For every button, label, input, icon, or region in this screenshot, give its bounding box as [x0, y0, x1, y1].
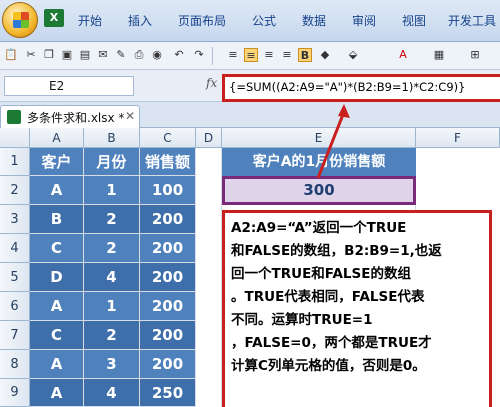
workbook-name: 多条件求和.xlsx *	[27, 111, 125, 125]
data-cell[interactable]: 3	[84, 350, 140, 379]
row-header[interactable]: 6	[0, 292, 30, 321]
data-cell[interactable]: 4	[84, 263, 140, 292]
result-header-cell[interactable]: 客户A的1月份销售额	[222, 148, 416, 176]
data-cell[interactable]: A	[30, 350, 84, 379]
merge-icon[interactable]: ⊞	[468, 48, 482, 62]
explanation-callout: A2:A9=“A”返回一个TRUE 和FALSE的数组，B2:B9=1,也返 回…	[222, 210, 492, 407]
data-cell[interactable]: 1	[84, 292, 140, 321]
save-icon[interactable]: ▣	[60, 48, 74, 62]
column-header-c[interactable]: C	[140, 128, 196, 148]
tab-home[interactable]: 开始	[78, 8, 102, 34]
data-cell[interactable]: 1	[84, 176, 140, 205]
tab-data[interactable]: 数据	[302, 8, 326, 34]
data-cell[interactable]: D	[30, 263, 84, 292]
column-header-f[interactable]: F	[416, 128, 500, 148]
align-right-icon[interactable]: ≡	[262, 48, 276, 62]
data-cell[interactable]: 250	[140, 379, 196, 407]
callout-line: A2:A9=“A”返回一个TRUE	[231, 220, 407, 236]
data-cell[interactable]: 200	[140, 205, 196, 234]
select-all-corner[interactable]	[0, 128, 30, 148]
column-header-d[interactable]: D	[196, 128, 222, 148]
column-header-e[interactable]: E	[222, 128, 416, 148]
tab-developer[interactable]: 开发工具	[448, 8, 496, 34]
row-header[interactable]: 9	[0, 379, 30, 407]
row-header[interactable]: 4	[0, 234, 30, 263]
callout-line: 和FALSE的数组，B2:B9=1,也返	[231, 243, 442, 259]
border-icon[interactable]: ▦	[432, 48, 446, 62]
row-header[interactable]: 2	[0, 176, 30, 205]
callout-line: 回一个TRUE和FALSE的数组	[231, 266, 411, 282]
data-cell[interactable]: 200	[140, 292, 196, 321]
data-cell[interactable]: C	[30, 234, 84, 263]
excel-icon[interactable]: X	[44, 9, 64, 27]
data-cell[interactable]: 2	[84, 205, 140, 234]
format-painter-icon[interactable]: ✎	[114, 48, 128, 62]
tab-review[interactable]: 审阅	[352, 8, 376, 34]
header-cell-customer[interactable]: 客户	[30, 148, 84, 176]
data-cell[interactable]: C	[30, 321, 84, 350]
workbook-tab[interactable]: 多条件求和.xlsx * ✕	[0, 105, 140, 128]
header-cell-sales[interactable]: 销售额	[140, 148, 196, 176]
callout-line: 不同。运算时TRUE=1	[231, 312, 373, 328]
align-left-icon[interactable]: ≡	[226, 48, 240, 62]
data-cell[interactable]: 4	[84, 379, 140, 407]
bold-icon[interactable]: B	[298, 48, 312, 62]
callout-line: ，FALSE=0，两个都是TRUE才	[231, 335, 432, 351]
tab-view[interactable]: 视图	[402, 8, 426, 34]
column-header-a[interactable]: A	[30, 128, 84, 148]
data-cell[interactable]: A	[30, 176, 84, 205]
excel-file-icon	[7, 110, 21, 124]
tab-formulas[interactable]: 公式	[252, 8, 276, 34]
data-cell[interactable]: B	[30, 205, 84, 234]
data-cell[interactable]: 200	[140, 234, 196, 263]
row-header[interactable]: 5	[0, 263, 30, 292]
row-header[interactable]: 8	[0, 350, 30, 379]
formula-input[interactable]: {=SUM((A2:A9="A")*(B2:B9=1)*C2:C9)}	[222, 74, 500, 102]
data-cell[interactable]: A	[30, 292, 84, 321]
office-logo-icon	[13, 12, 29, 28]
data-cell[interactable]: A	[30, 379, 84, 407]
spreadsheet-grid: A B C D E F 1 2 3 4 5 6 7 8 9 客户 月份 销售额 …	[0, 128, 500, 407]
toolbar-separator	[212, 47, 213, 65]
office-button[interactable]	[2, 2, 38, 38]
callout-line: 。TRUE代表相同，FALSE代表	[231, 289, 425, 305]
workbook-tab-bar: 多条件求和.xlsx * ✕	[0, 102, 500, 128]
fill-color-icon[interactable]: ◆	[318, 48, 332, 62]
name-box[interactable]: E2	[4, 76, 134, 96]
tab-page-layout[interactable]: 页面布局	[178, 8, 226, 34]
undo-icon[interactable]: ↶	[172, 48, 186, 62]
close-icon[interactable]: ✕	[125, 109, 135, 123]
data-cell[interactable]: 200	[140, 263, 196, 292]
paste-icon[interactable]: 📋	[4, 48, 18, 62]
data-cell[interactable]: 2	[84, 321, 140, 350]
fx-icon[interactable]: fx	[206, 76, 217, 90]
tab-insert[interactable]: 插入	[128, 8, 152, 34]
paint-bucket-icon[interactable]: ⬙	[346, 48, 360, 62]
row-header[interactable]: 7	[0, 321, 30, 350]
align-center-icon[interactable]: ≡	[244, 48, 258, 62]
print-icon[interactable]: ⎙	[132, 48, 146, 62]
preview-icon[interactable]: ◉	[150, 48, 164, 62]
cut-icon[interactable]: ✂	[24, 48, 38, 62]
row-header[interactable]: 1	[0, 148, 30, 176]
quick-toolbar: 📋 ✂ ❐ ▣ ▤ ✉ ✎ ⎙ ◉ ↶ ↷ ≡ ≡ ≡ ≡ B ◆ ⬙ A ▦ …	[0, 42, 500, 70]
open-icon[interactable]: ▤	[78, 48, 92, 62]
header-cell-month[interactable]: 月份	[84, 148, 140, 176]
formula-text: {=SUM((A2:A9="A")*(B2:B9=1)*C2:C9)}	[229, 80, 466, 94]
justify-icon[interactable]: ≡	[280, 48, 294, 62]
email-icon[interactable]: ✉	[96, 48, 110, 62]
ribbon-tab-bar: X 开始 插入 页面布局 公式 数据 审阅 视图 开发工具	[0, 0, 500, 42]
data-cell[interactable]: 100	[140, 176, 196, 205]
result-value-cell[interactable]: 300	[222, 176, 416, 205]
data-cell[interactable]: 2	[84, 234, 140, 263]
callout-line: 计算C列单元格的值，否则是0。	[231, 358, 426, 374]
data-cell[interactable]: 200	[140, 321, 196, 350]
row-header[interactable]: 3	[0, 205, 30, 234]
column-header-b[interactable]: B	[84, 128, 140, 148]
redo-icon[interactable]: ↷	[192, 48, 206, 62]
copy-icon[interactable]: ❐	[42, 48, 56, 62]
data-cell[interactable]: 200	[140, 350, 196, 379]
font-color-icon[interactable]: A	[396, 48, 410, 62]
